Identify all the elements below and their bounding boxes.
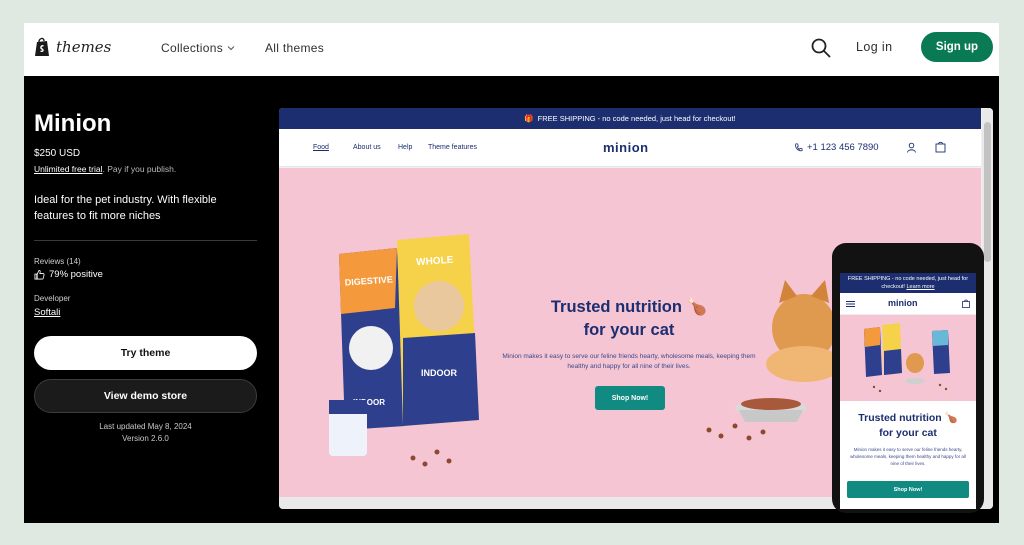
account-icon[interactable] (906, 142, 917, 153)
mobile-hero-illustration (864, 323, 950, 393)
mobile-shipping-banner: FREE SHIPPING - no code needed, just hea… (840, 273, 976, 293)
developer-link[interactable]: Softali (34, 307, 60, 318)
login-link[interactable]: Log in (856, 40, 892, 54)
mobile-logo[interactable]: minion (888, 298, 918, 308)
theme-name: Minion (34, 110, 112, 137)
nav-collections[interactable]: Collections (161, 41, 235, 55)
logo-text: themes (56, 38, 112, 56)
preview-nav-help[interactable]: Help (398, 144, 412, 151)
theme-description: Ideal for the pet industry. With flexibl… (34, 194, 217, 222)
mobile-hero-copy: Minion makes it easy to serve our feline… (850, 447, 966, 466)
mobile-headline-line2: for your cat (879, 427, 937, 439)
preview-scrollbar-thumb[interactable] (984, 122, 991, 262)
view-demo-store-button[interactable]: View demo store (34, 379, 257, 413)
mobile-learn-more[interactable]: Learn more (906, 284, 934, 290)
nav-collections-label: Collections (161, 41, 223, 55)
theme-preview-mobile[interactable]: FREE SHIPPING - no code needed, just hea… (832, 243, 984, 513)
developer-label: Developer (34, 294, 71, 303)
try-theme-button[interactable]: Try theme (34, 336, 257, 370)
last-updated: Last updated May 8, 2024 (99, 422, 192, 431)
preview-nav-about[interactable]: About us (353, 144, 381, 151)
preview-headline: Trusted nutrition 🍗 for your cat (519, 296, 739, 342)
preview-nav-theme-features[interactable]: Theme features (428, 144, 477, 151)
theme-price: $250 USD (34, 148, 81, 159)
signup-button[interactable]: Sign up (921, 32, 993, 62)
preview-hero-copy: Minion makes it easy to serve our feline… (502, 353, 756, 370)
right-bag-label: INDOOR (421, 368, 458, 378)
review-score: 79% positive (34, 269, 103, 280)
preview-shipping-banner: 🎁 FREE SHIPPING - no code needed, just h… (279, 108, 981, 129)
top-bar: themes Collections All themes Log in Sig… (24, 23, 999, 76)
shopify-bag-icon (35, 37, 49, 56)
nav-all-themes[interactable]: All themes (265, 41, 324, 55)
preview-banner-text: FREE SHIPPING - no code needed, just hea… (537, 114, 736, 123)
mobile-cart-icon[interactable] (962, 299, 970, 308)
chevron-down-icon (227, 46, 235, 51)
preview-headline-line1: Trusted nutrition (550, 298, 682, 316)
hamburger-menu-icon[interactable] (846, 301, 855, 307)
phone-icon (795, 143, 803, 152)
theme-version: Version 2.6.0 (122, 434, 169, 443)
mobile-headline-line1: Trusted nutrition (858, 412, 942, 424)
mobile-shop-now-button[interactable]: Shop Now! (847, 481, 969, 498)
thumbs-up-icon (34, 269, 45, 280)
reviews-label[interactable]: Reviews (14) (34, 257, 81, 266)
preview-nav-food[interactable]: Food (313, 144, 329, 151)
themes-logo[interactable]: themes (34, 37, 111, 57)
mobile-hero-image (840, 315, 976, 401)
preview-header: Food About us Help Theme features minion… (279, 129, 981, 167)
cart-icon[interactable] (935, 141, 946, 153)
preview-phone-number: +1 123 456 7890 (807, 142, 879, 153)
divider (34, 240, 257, 241)
trial-note: . Pay if you publish. (102, 164, 177, 174)
mobile-screen: FREE SHIPPING - no code needed, just hea… (840, 273, 976, 509)
positive-percent: 79% positive (49, 269, 103, 280)
search-icon[interactable] (810, 37, 832, 59)
mobile-header: minion (840, 293, 976, 315)
preview-logo[interactable]: minion (603, 140, 649, 155)
preview-shop-now-button[interactable]: Shop Now! (595, 386, 665, 410)
trial-info: Unlimited free trial. Pay if you publish… (34, 164, 176, 174)
trial-link[interactable]: Unlimited free trial (34, 164, 103, 174)
drumstick-icon: 🍗 (686, 298, 708, 316)
preview-headline-line2: for your cat (583, 321, 675, 339)
gift-icon: 🎁 (524, 114, 534, 123)
theme-detail-panel: Minion $250 USD Unlimited free trial. Pa… (24, 76, 999, 523)
preview-phone[interactable]: +1 123 456 7890 (794, 142, 879, 153)
mobile-headline: Trusted nutrition 🍗 for your cat (844, 411, 972, 441)
mobile-drumstick-icon: 🍗 (944, 412, 958, 424)
